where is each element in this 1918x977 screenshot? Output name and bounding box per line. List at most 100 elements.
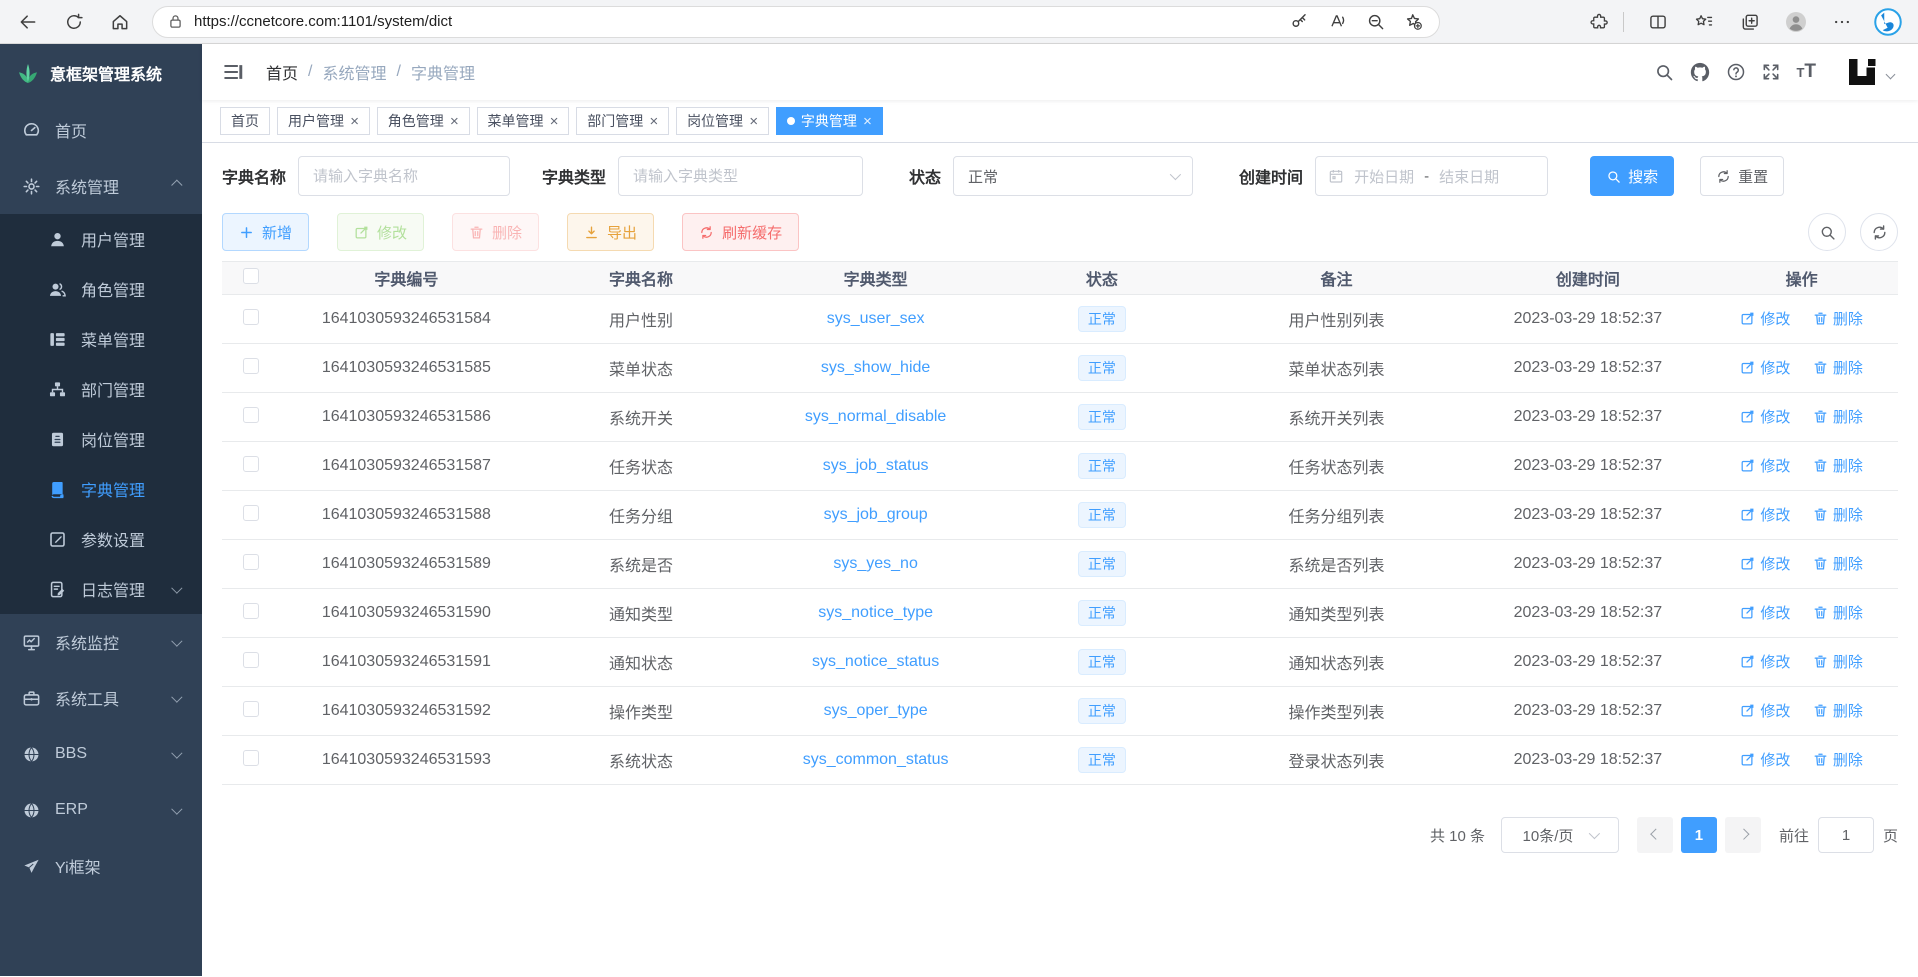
reset-button[interactable]: 重置 <box>1700 156 1784 196</box>
read-aloud-icon[interactable] <box>1321 5 1353 39</box>
row-delete-button[interactable]: 删除 <box>1813 749 1863 770</box>
row-delete-button[interactable]: 删除 <box>1813 700 1863 721</box>
row-edit-button[interactable]: 修改 <box>1740 602 1790 623</box>
bing-copilot-icon[interactable] <box>1870 5 1906 39</box>
row-edit-button[interactable]: 修改 <box>1740 749 1790 770</box>
row-checkbox[interactable] <box>243 407 259 423</box>
dict-type-link[interactable]: sys_oper_type <box>824 702 928 719</box>
sidebar-item[interactable]: 字典管理 <box>0 464 202 514</box>
sidebar-item[interactable]: 系统管理 <box>0 158 202 214</box>
row-delete-button[interactable]: 删除 <box>1813 308 1863 329</box>
favorites-hub-icon[interactable] <box>1686 5 1722 39</box>
zoom-out-icon[interactable] <box>1359 5 1391 39</box>
status-select[interactable]: 正常 <box>953 156 1193 196</box>
sidebar-item[interactable]: BBS <box>0 726 202 782</box>
dict-type-link[interactable]: sys_show_hide <box>821 359 930 376</box>
collections-icon[interactable] <box>1732 5 1768 39</box>
row-delete-button[interactable]: 删除 <box>1813 504 1863 525</box>
row-edit-button[interactable]: 修改 <box>1740 308 1790 329</box>
row-delete-button[interactable]: 删除 <box>1813 651 1863 672</box>
view-tab[interactable]: 角色管理 × <box>377 107 470 135</box>
sidebar-item[interactable]: 部门管理 <box>0 364 202 414</box>
row-checkbox[interactable] <box>243 701 259 717</box>
row-checkbox[interactable] <box>243 309 259 325</box>
dict-type-input[interactable] <box>618 156 863 196</box>
row-edit-button[interactable]: 修改 <box>1740 406 1790 427</box>
next-page-button[interactable] <box>1725 817 1761 853</box>
favorite-add-icon[interactable] <box>1397 5 1429 39</box>
row-edit-button[interactable]: 修改 <box>1740 357 1790 378</box>
view-tab[interactable]: 菜单管理 × <box>477 107 570 135</box>
toolbar-button[interactable]: 删除 <box>452 213 539 251</box>
sidebar-item[interactable]: 系统工具 <box>0 670 202 726</box>
app-logo[interactable]: 意框架管理系统 <box>0 44 202 102</box>
row-checkbox[interactable] <box>243 505 259 521</box>
tab-close-icon[interactable]: × <box>749 114 758 129</box>
goto-page-input[interactable] <box>1818 817 1874 853</box>
search-button[interactable]: 搜索 <box>1590 156 1674 196</box>
more-ellipsis-icon[interactable] <box>1824 5 1860 39</box>
breadcrumb-home[interactable]: 首页 <box>266 60 298 84</box>
tab-close-icon[interactable]: × <box>649 114 658 129</box>
sidebar-item[interactable]: 角色管理 <box>0 264 202 314</box>
dict-type-link[interactable]: sys_common_status <box>803 751 949 768</box>
sidebar-item[interactable]: ERP <box>0 782 202 838</box>
view-tab[interactable]: 部门管理 × <box>576 107 669 135</box>
sidebar-item[interactable]: 用户管理 <box>0 214 202 264</box>
dict-type-link[interactable]: sys_notice_type <box>818 604 933 621</box>
sidebar-item[interactable]: 首页 <box>0 102 202 158</box>
toolbar-button[interactable]: 修改 <box>337 213 424 251</box>
fullscreen-icon[interactable] <box>1761 62 1781 82</box>
row-checkbox[interactable] <box>243 652 259 668</box>
tab-close-icon[interactable]: × <box>863 114 872 129</box>
toolbar-button[interactable]: 刷新缓存 <box>682 213 799 251</box>
home-icon[interactable] <box>102 5 138 39</box>
user-menu[interactable] <box>1845 55 1894 89</box>
date-range-picker[interactable]: 开始日期 - 结束日期 <box>1315 156 1548 196</box>
breadcrumb-system[interactable]: 系统管理 <box>322 60 386 84</box>
row-checkbox[interactable] <box>243 456 259 472</box>
page-number-button[interactable]: 1 <box>1681 817 1717 853</box>
back-icon[interactable] <box>10 5 46 39</box>
page-size-select[interactable]: 10条/页 <box>1501 817 1619 853</box>
row-checkbox[interactable] <box>243 750 259 766</box>
dict-type-link[interactable]: sys_user_sex <box>827 310 925 327</box>
dict-type-link[interactable]: sys_normal_disable <box>805 408 946 425</box>
password-key-icon[interactable] <box>1283 5 1315 39</box>
split-screen-icon[interactable] <box>1640 5 1676 39</box>
sidebar-item[interactable]: 系统监控 <box>0 614 202 670</box>
sidebar-item[interactable]: 岗位管理 <box>0 414 202 464</box>
dict-type-link[interactable]: sys_notice_status <box>812 653 939 670</box>
tab-close-icon[interactable]: × <box>450 114 459 129</box>
prev-page-button[interactable] <box>1637 817 1673 853</box>
sidebar-fold-icon[interactable] <box>222 61 244 83</box>
profile-avatar[interactable] <box>1778 5 1814 39</box>
dict-type-link[interactable]: sys_job_status <box>823 457 929 474</box>
tab-close-icon[interactable]: × <box>350 114 359 129</box>
row-edit-button[interactable]: 修改 <box>1740 455 1790 476</box>
row-checkbox[interactable] <box>243 358 259 374</box>
sidebar-item[interactable]: Yi框架 <box>0 838 202 894</box>
row-edit-button[interactable]: 修改 <box>1740 504 1790 525</box>
show-search-button[interactable] <box>1808 213 1846 251</box>
dict-type-link[interactable]: sys_yes_no <box>833 555 918 572</box>
row-checkbox[interactable] <box>243 554 259 570</box>
header-search-icon[interactable] <box>1654 62 1674 82</box>
row-delete-button[interactable]: 删除 <box>1813 602 1863 623</box>
address-bar[interactable]: https://ccnetcore.com:1101/system/dict <box>152 6 1440 38</box>
sidebar-item[interactable]: 参数设置 <box>0 514 202 564</box>
toolbar-button[interactable]: 导出 <box>567 213 654 251</box>
toolbar-button[interactable]: 新增 <box>222 213 309 251</box>
refresh-icon[interactable] <box>56 5 92 39</box>
tab-close-icon[interactable]: × <box>550 114 559 129</box>
dict-name-input[interactable] <box>298 156 510 196</box>
row-edit-button[interactable]: 修改 <box>1740 700 1790 721</box>
row-delete-button[interactable]: 删除 <box>1813 357 1863 378</box>
row-edit-button[interactable]: 修改 <box>1740 651 1790 672</box>
sidebar-item[interactable]: 菜单管理 <box>0 314 202 364</box>
github-icon[interactable] <box>1689 61 1711 83</box>
refresh-table-button[interactable] <box>1860 213 1898 251</box>
help-icon[interactable] <box>1726 62 1746 82</box>
view-tab[interactable]: 岗位管理 × <box>676 107 769 135</box>
row-edit-button[interactable]: 修改 <box>1740 553 1790 574</box>
